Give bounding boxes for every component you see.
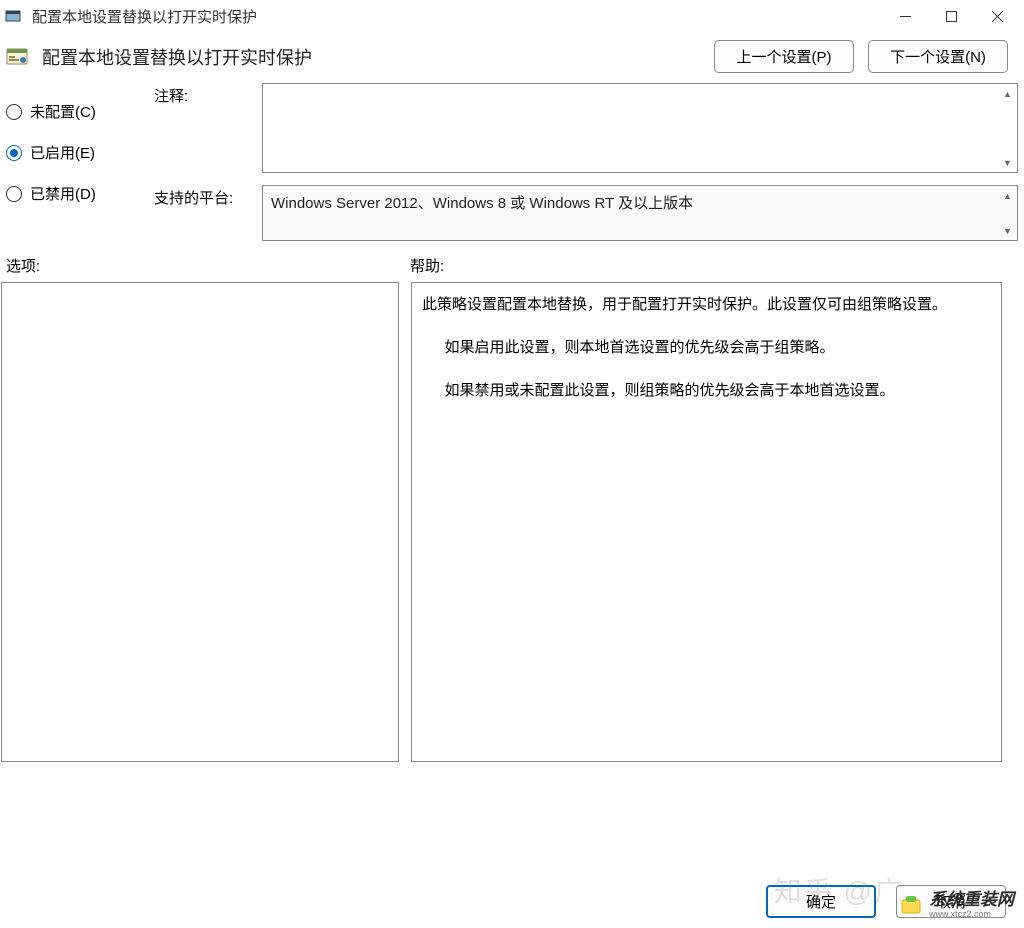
- state-radio-group: 未配置(C) 已启用(E) 已禁用(D): [6, 83, 136, 241]
- ok-button[interactable]: 确定: [766, 885, 876, 918]
- radio-label: 已启用(E): [30, 142, 95, 163]
- radio-not-configured[interactable]: 未配置(C): [6, 101, 136, 122]
- help-label: 帮助:: [410, 255, 444, 276]
- comment-value: [263, 84, 1017, 96]
- scroll-up-icon[interactable]: ▲: [999, 187, 1016, 204]
- comment-label: 注释:: [154, 83, 254, 106]
- radio-icon: [6, 145, 22, 161]
- help-panel: 此策略设置配置本地替换，用于配置打开实时保护。此设置仅可由组策略设置。 如果启用…: [411, 282, 1002, 762]
- maximize-button[interactable]: [928, 0, 974, 32]
- close-button[interactable]: [974, 0, 1020, 32]
- radio-label: 未配置(C): [30, 101, 96, 122]
- radio-enabled[interactable]: 已启用(E): [6, 142, 136, 163]
- platform-field: Windows Server 2012、Windows 8 或 Windows …: [262, 185, 1018, 241]
- titlebar: 配置本地设置替换以打开实时保护: [0, 0, 1024, 32]
- policy-title: 配置本地设置替换以打开实时保护: [42, 44, 702, 70]
- scroll-up-icon[interactable]: ▲: [999, 85, 1016, 102]
- window-icon: [4, 6, 24, 26]
- platform-value: Windows Server 2012、Windows 8 或 Windows …: [263, 186, 1017, 219]
- options-panel: [1, 282, 399, 762]
- radio-icon: [6, 104, 22, 120]
- comment-field[interactable]: ▲ ▼: [262, 83, 1018, 173]
- minimize-button[interactable]: [882, 0, 928, 32]
- scroll-down-icon[interactable]: ▼: [999, 222, 1016, 239]
- help-paragraph: 此策略设置配置本地替换，用于配置打开实时保护。此设置仅可由组策略设置。: [422, 293, 991, 318]
- radio-disabled[interactable]: 已禁用(D): [6, 183, 136, 204]
- window-controls: [882, 0, 1020, 32]
- dialog-buttons: 确定 取消: [766, 885, 1006, 918]
- options-label: 选项:: [6, 255, 410, 276]
- help-paragraph: 如果禁用或未配置此设置，则组策略的优先级会高于本地首选设置。: [422, 379, 991, 404]
- scroll-down-icon[interactable]: ▼: [999, 154, 1016, 171]
- platform-label: 支持的平台:: [154, 185, 254, 208]
- next-setting-button[interactable]: 下一个设置(N): [868, 40, 1008, 73]
- radio-icon: [6, 186, 22, 202]
- radio-label: 已禁用(D): [30, 183, 96, 204]
- help-paragraph: 如果启用此设置，则本地首选设置的优先级会高于组策略。: [422, 336, 991, 361]
- header: 配置本地设置替换以打开实时保护 上一个设置(P) 下一个设置(N): [0, 32, 1024, 79]
- previous-setting-button[interactable]: 上一个设置(P): [714, 40, 854, 73]
- policy-icon: [6, 46, 30, 68]
- window-title: 配置本地设置替换以打开实时保护: [32, 6, 882, 27]
- cancel-button[interactable]: 取消: [896, 885, 1006, 918]
